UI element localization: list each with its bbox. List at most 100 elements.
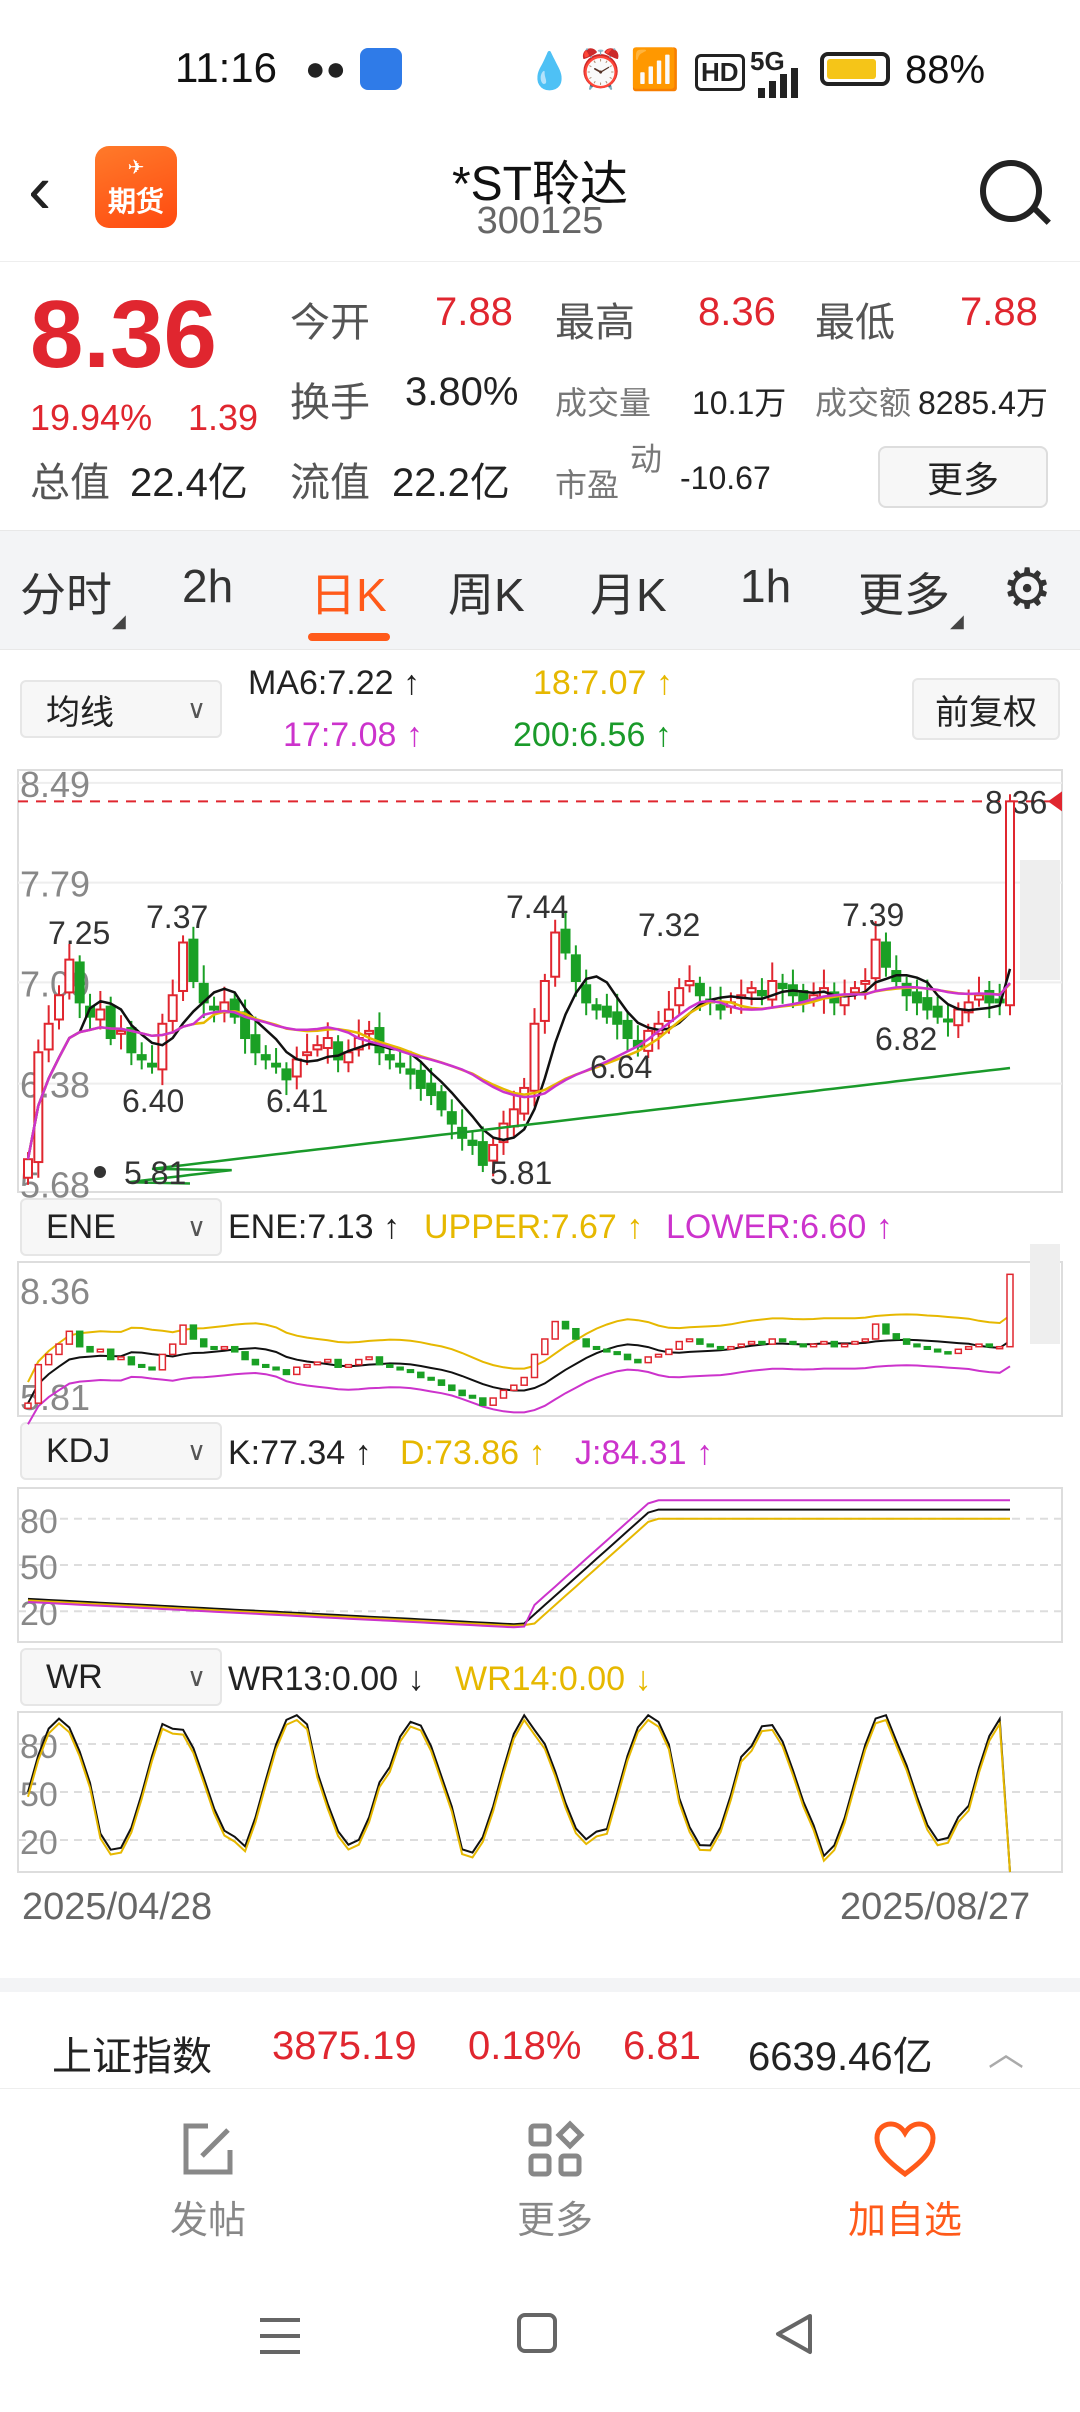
ene-candle <box>871 1323 880 1340</box>
ene-candle <box>386 1363 394 1368</box>
candle <box>43 1022 54 1051</box>
ene-candle <box>220 1345 229 1351</box>
candle <box>302 1051 313 1057</box>
ene-candle <box>313 1361 322 1366</box>
candle <box>178 941 189 992</box>
grid-icon <box>455 2119 655 2181</box>
ene-candle <box>665 1348 673 1356</box>
ene-candle <box>96 1348 105 1353</box>
ene-candle <box>106 1348 115 1361</box>
more-button[interactable]: 更多 <box>455 2119 655 2244</box>
candle <box>209 1005 220 1011</box>
ene-candle <box>437 1379 446 1386</box>
ene-candle <box>55 1343 63 1356</box>
candle <box>550 931 561 978</box>
ene-candle <box>623 1353 632 1361</box>
ene-candle <box>985 1343 994 1348</box>
candle <box>64 958 75 994</box>
ene-candle <box>634 1358 642 1364</box>
candle <box>477 1141 488 1166</box>
wr-axis-label: 50 <box>20 1776 58 1814</box>
ene-candle <box>520 1376 528 1386</box>
ene-candle <box>137 1363 146 1368</box>
kline-chart[interactable]: 8.497.797.096.385.688.367.25 7.37 7.44 7.32… <box>0 0 1080 1960</box>
add-watchlist-button[interactable]: 加自选 <box>805 2119 1005 2244</box>
candle <box>932 1005 943 1018</box>
candle <box>694 982 705 997</box>
ene-candle <box>613 1351 621 1356</box>
ene-candle <box>913 1343 921 1348</box>
candle <box>880 941 891 968</box>
ene-candle <box>417 1371 425 1379</box>
ene-candle <box>561 1320 570 1330</box>
post-button[interactable]: 发帖 <box>108 2119 308 2244</box>
ene-candle <box>954 1348 963 1355</box>
ene-candle <box>179 1324 187 1345</box>
ene-candle <box>261 1363 270 1368</box>
candle <box>446 1111 457 1125</box>
ene-candle <box>603 1348 611 1353</box>
candle <box>715 1004 726 1011</box>
price-annotation: 7.25 <box>48 915 110 951</box>
ene-candle <box>375 1356 384 1366</box>
candle <box>250 1034 261 1054</box>
price-annotation: 6.40 <box>122 1083 184 1119</box>
add-watchlist-label: 加自选 <box>847 2200 962 2242</box>
ene-candle <box>396 1366 404 1371</box>
candle <box>54 994 65 1021</box>
back-icon[interactable] <box>772 2312 816 2356</box>
ene-candle <box>251 1358 260 1366</box>
ene-candle <box>747 1340 756 1345</box>
ene-candle <box>334 1358 342 1368</box>
candle <box>612 1011 623 1025</box>
ene-candle <box>892 1333 901 1340</box>
kdj-axis-label: 80 <box>20 1503 58 1541</box>
candle <box>291 1058 302 1078</box>
ene-axis-label: 8.36 <box>20 1271 90 1312</box>
price-annotation: 7.44 <box>506 889 568 925</box>
date-end: 2025/08/27 <box>840 1886 1031 1928</box>
home-icon[interactable] <box>516 2312 560 2356</box>
ene-candle <box>923 1345 932 1351</box>
ene-candle <box>479 1397 487 1406</box>
ene-candle <box>820 1340 828 1345</box>
candle <box>312 1044 323 1051</box>
ene-scroll-strip <box>1030 1244 1060 1344</box>
candle <box>395 1062 406 1068</box>
candle <box>436 1091 447 1111</box>
candle <box>364 1029 375 1035</box>
candle <box>942 1018 953 1023</box>
index-change: 6.81 <box>623 2024 701 2068</box>
candle <box>467 1139 478 1146</box>
candle <box>973 994 984 1001</box>
ene-candle <box>117 1356 125 1361</box>
ene-candle <box>582 1338 590 1348</box>
candle <box>405 1068 416 1075</box>
price-annotation: 6.64 <box>590 1049 652 1085</box>
ene-candle <box>727 1345 735 1351</box>
menu-icon[interactable] <box>258 2314 304 2358</box>
candle <box>136 1054 147 1061</box>
candle <box>167 994 178 1022</box>
candle <box>157 1022 168 1071</box>
candle <box>281 1068 292 1081</box>
index-name: 上证指数 <box>52 2035 212 2079</box>
ene-candle <box>799 1343 808 1348</box>
ene-candle <box>964 1345 973 1351</box>
candle <box>901 982 912 997</box>
candle <box>95 1008 106 1021</box>
ene-candle <box>324 1358 332 1363</box>
bottom-action-bar: 发帖 更多 加自选 <box>0 2088 1080 2248</box>
chevron-up-icon[interactable]: ︿ <box>988 2024 1024 2076</box>
candle <box>260 1054 271 1061</box>
candle <box>777 982 788 990</box>
wr-axis-label: 20 <box>20 1824 58 1862</box>
low-marker-dot <box>94 1166 106 1178</box>
ene-candle <box>809 1343 818 1348</box>
index-ticker[interactable]: 上证指数 3875.19 0.18% 6.81 6639.46亿 ︿ <box>0 1978 1080 2088</box>
ene-candle <box>768 1338 777 1345</box>
ene-candle <box>499 1389 508 1399</box>
candle <box>74 961 85 1004</box>
ene-candle <box>706 1343 714 1348</box>
price-annotation: 7.32 <box>638 907 700 943</box>
